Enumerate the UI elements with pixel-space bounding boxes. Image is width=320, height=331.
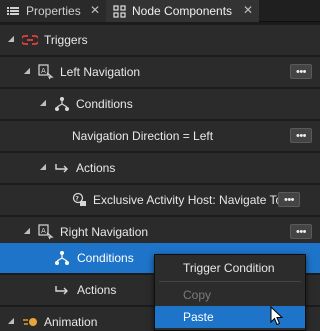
- tree-row-label: Conditions: [76, 97, 133, 111]
- navigation-icon: A: [38, 64, 54, 80]
- expand-arrow-icon[interactable]: ◢: [22, 66, 32, 76]
- tree-row-label: Actions: [76, 161, 116, 175]
- activity-host-icon: ?: [72, 192, 88, 208]
- more-options-button[interactable]: •••: [290, 64, 312, 79]
- tab-label: Properties: [26, 4, 81, 18]
- conditions-icon: [54, 250, 70, 266]
- navigation-icon: A: [38, 224, 54, 240]
- expand-arrow-icon[interactable]: ◢: [38, 98, 48, 108]
- svg-text:A: A: [41, 227, 46, 235]
- tab-properties[interactable]: Properties ✕: [0, 0, 106, 22]
- svg-text:A: A: [41, 67, 46, 75]
- close-icon[interactable]: ✕: [242, 4, 254, 16]
- svg-text:?: ?: [75, 196, 79, 203]
- tree-row-label: Right Navigation: [60, 225, 149, 239]
- more-options-button[interactable]: •••: [290, 224, 312, 239]
- more-options-button[interactable]: •••: [278, 192, 300, 207]
- tree-row-navigation-direction[interactable]: Navigation Direction = Left •••: [0, 121, 320, 151]
- tab-label: Node Components: [132, 4, 233, 18]
- tree-row-label: Actions: [77, 283, 117, 297]
- actions-icon: [54, 282, 70, 298]
- animation-icon: [22, 314, 38, 330]
- close-icon[interactable]: ✕: [89, 4, 101, 16]
- tree-row-label: Triggers: [44, 33, 88, 47]
- expand-arrow-icon[interactable]: ◢: [6, 34, 16, 44]
- tree-row-label: Navigation Direction = Left: [72, 129, 214, 143]
- tree-row-label: Conditions: [77, 251, 134, 265]
- mouse-cursor-icon: [270, 306, 284, 326]
- expand-arrow-icon[interactable]: ◢: [6, 316, 16, 326]
- more-options-button[interactable]: •••: [290, 128, 312, 143]
- tab-node-components[interactable]: Node Components ✕: [106, 0, 259, 22]
- tree-row-actions[interactable]: ◢ Actions: [0, 153, 320, 183]
- menu-item-trigger-condition[interactable]: Trigger Condition: [155, 257, 305, 279]
- tree-row-label: Left Navigation: [60, 65, 141, 79]
- tree-row-navigate-to[interactable]: ? Exclusive Activity Host: Navigate To •…: [0, 185, 320, 215]
- tree-row-label: Animation: [44, 315, 98, 329]
- trigger-icon: [22, 32, 38, 48]
- conditions-icon: [54, 96, 70, 112]
- tab-bar: Properties ✕ Node Components ✕: [0, 0, 320, 22]
- tree-row-label: Exclusive Activity Host: Navigate To: [93, 193, 283, 207]
- tree-row-left-navigation[interactable]: ◢ A Left Navigation •••: [0, 57, 320, 87]
- actions-icon: [54, 160, 70, 176]
- list-icon: [6, 4, 20, 18]
- tree-row-triggers[interactable]: ◢ Triggers: [0, 25, 320, 55]
- expand-arrow-icon[interactable]: ◢: [38, 162, 48, 172]
- expand-arrow-icon[interactable]: ◢: [22, 226, 32, 236]
- menu-item-copy[interactable]: Copy: [155, 284, 305, 306]
- tree-row-conditions[interactable]: ◢ Conditions: [0, 89, 320, 119]
- menu-separator: [159, 281, 301, 282]
- node-components-icon: [112, 4, 126, 18]
